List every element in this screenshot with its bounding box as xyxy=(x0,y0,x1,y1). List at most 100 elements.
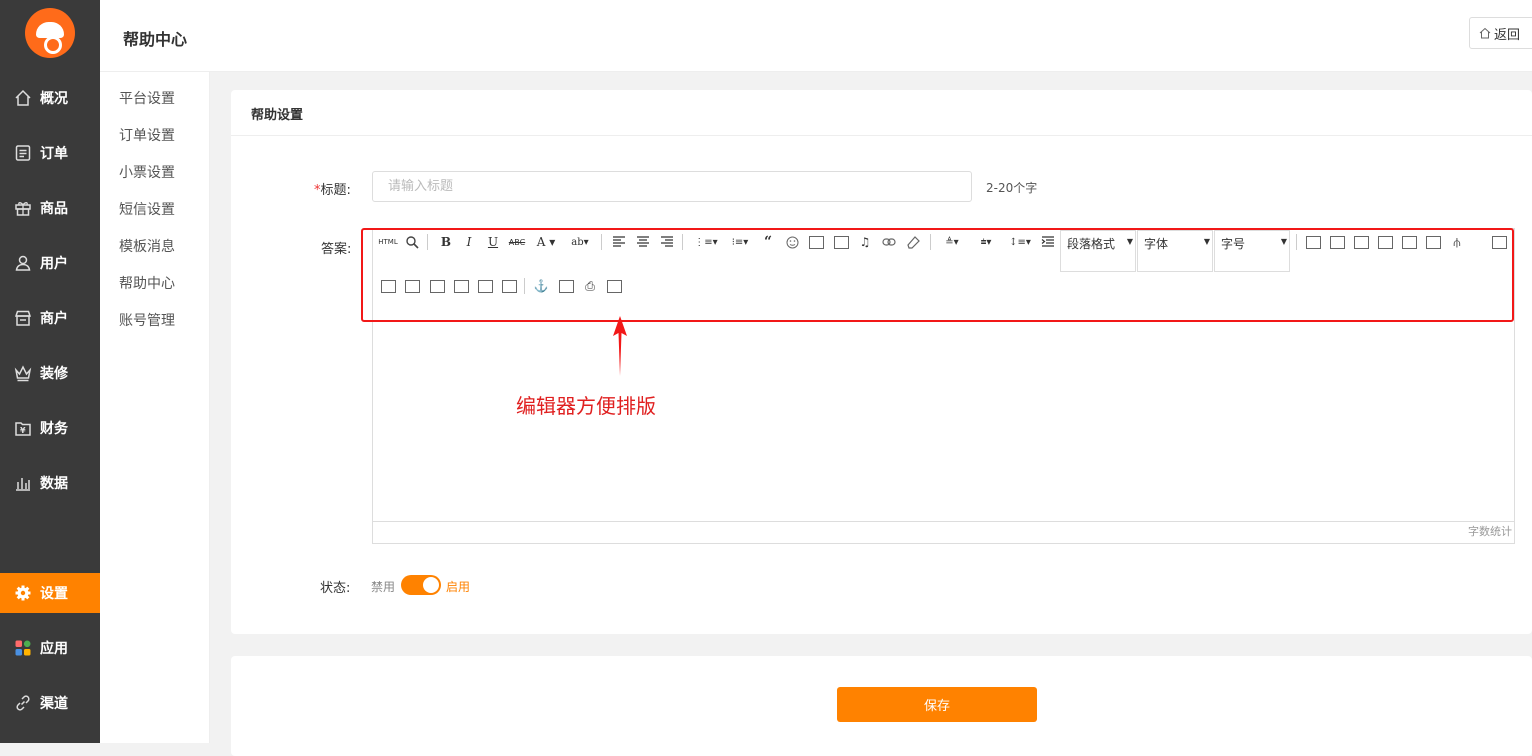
quote-icon[interactable]: “ xyxy=(760,234,776,250)
chart-icon xyxy=(14,474,32,492)
sidebar-item-label: 订单 xyxy=(40,146,68,162)
finance-icon: ¥ xyxy=(14,419,32,437)
submenu-item-template[interactable]: 模板消息 xyxy=(119,236,175,256)
insert-col-icon[interactable] xyxy=(1425,235,1441,249)
line-height-icon[interactable]: ≜▾ xyxy=(939,235,965,249)
merge-right-icon[interactable] xyxy=(404,279,420,293)
sidebar-item-data[interactable]: 数据 xyxy=(0,463,100,503)
ordered-list-icon[interactable]: ⋮≡▾ xyxy=(692,235,720,249)
title-length-hint: 2-20个字 xyxy=(986,181,1038,195)
sidebar-item-products[interactable]: 商品 xyxy=(0,188,100,228)
strikethrough-icon[interactable]: ABC xyxy=(509,235,525,249)
font-color-icon[interactable]: A ▾ xyxy=(534,235,558,249)
sidebar-item-users[interactable]: 用户 xyxy=(0,243,100,283)
page-break-icon[interactable] xyxy=(558,279,574,293)
anchor-icon[interactable]: ⚓ xyxy=(533,279,549,293)
split-cols-icon[interactable] xyxy=(501,279,517,293)
image-icon[interactable] xyxy=(808,235,824,249)
align-right-icon[interactable] xyxy=(659,235,675,249)
back-label: 返回 xyxy=(1494,27,1521,43)
sidebar-item-overview[interactable]: 概况 xyxy=(0,78,100,118)
print-icon[interactable]: ⎙ xyxy=(582,279,598,293)
submenu-item-platform[interactable]: 平台设置 xyxy=(119,88,175,108)
save-button[interactable]: 保存 xyxy=(837,687,1037,722)
title-label: *标题: xyxy=(314,179,351,198)
editor-footer: 字数统计 xyxy=(373,521,1514,543)
word-count: 字数统计 xyxy=(1468,525,1512,538)
page-title: 帮助中心 xyxy=(123,30,188,49)
home-icon xyxy=(14,89,32,107)
sidebar-item-label: 应用 xyxy=(40,641,68,657)
insert-table-icon[interactable] xyxy=(1305,235,1321,249)
gear-icon xyxy=(14,584,32,602)
emoji-icon[interactable] xyxy=(784,235,800,249)
annotation-arrow-icon xyxy=(613,316,627,376)
underline-icon[interactable]: U xyxy=(485,235,501,249)
align-center-icon[interactable] xyxy=(635,235,651,249)
submenu-item-order[interactable]: 订单设置 xyxy=(119,125,175,145)
store-icon xyxy=(14,309,32,327)
merge-down-icon[interactable] xyxy=(429,279,445,293)
video-icon[interactable] xyxy=(833,235,849,249)
title-label-text: 标题: xyxy=(320,183,351,198)
sidebar-item-label: 商品 xyxy=(40,201,68,217)
crown-icon xyxy=(14,364,32,382)
submenu-item-account[interactable]: 账号管理 xyxy=(119,310,175,330)
title-input[interactable] xyxy=(372,171,972,202)
status-label: 状态: xyxy=(320,581,351,596)
split-cells-icon[interactable] xyxy=(453,279,469,293)
preview-icon[interactable] xyxy=(404,235,420,249)
status-off-label: 禁用 xyxy=(371,580,396,594)
bold-icon[interactable]: B xyxy=(438,235,454,249)
sidebar-item-finance[interactable]: ¥ 财务 xyxy=(0,408,100,448)
rich-text-editor[interactable]: HTML B I U ABC A ▾ ab▾ ⋮≡▾ ⁝≡▾ “ ♫ ≜▾ ⩧▾… xyxy=(372,228,1515,544)
submenu-item-help[interactable]: 帮助中心 xyxy=(119,273,175,293)
font-size-value: 字号 xyxy=(1221,237,1246,251)
status-on-label: 启用 xyxy=(446,580,471,594)
link-icon[interactable] xyxy=(881,235,897,249)
font-family-value: 字体 xyxy=(1144,237,1169,251)
highlight-color-icon[interactable]: ab▾ xyxy=(566,235,594,249)
align-left-icon[interactable] xyxy=(611,235,627,249)
annotation-text: 编辑器方便排版 xyxy=(516,394,656,418)
insert-row-icon[interactable] xyxy=(1377,235,1393,249)
split-rows-icon[interactable] xyxy=(477,279,493,293)
status-toggle[interactable] xyxy=(401,575,441,595)
sidebar-item-label: 用户 xyxy=(40,256,68,272)
order-icon xyxy=(14,144,32,162)
indent-icon[interactable] xyxy=(1040,235,1056,249)
sidebar-item-decoration[interactable]: 装修 xyxy=(0,353,100,393)
row-spacing-icon[interactable]: ↕≡▾ xyxy=(1007,235,1033,249)
paste-plain-icon[interactable] xyxy=(606,279,622,293)
apps-icon xyxy=(14,639,32,657)
card-title: 帮助设置 xyxy=(231,90,1532,136)
sidebar-item-settings[interactable]: 设置 xyxy=(0,573,100,613)
font-size-select[interactable]: 字号 ▼ xyxy=(1214,230,1290,272)
merge-cells-icon[interactable] xyxy=(380,279,396,293)
submenu-item-sms[interactable]: 短信设置 xyxy=(119,199,175,219)
submenu-item-receipt[interactable]: 小票设置 xyxy=(119,162,175,182)
back-button[interactable]: 返回 xyxy=(1469,17,1532,49)
unordered-list-icon[interactable]: ⁝≡▾ xyxy=(726,235,754,249)
delete-row-icon[interactable] xyxy=(1401,235,1417,249)
chevron-down-icon: ▼ xyxy=(1280,237,1287,246)
delete-col-icon[interactable]: ⫛ xyxy=(1449,235,1465,249)
fullscreen-icon[interactable] xyxy=(1491,235,1507,249)
sidebar-item-label: 渠道 xyxy=(40,696,68,712)
sidebar-item-merchants[interactable]: 商户 xyxy=(0,298,100,338)
table-title-icon[interactable] xyxy=(1353,235,1369,249)
user-icon xyxy=(14,254,32,272)
font-family-select[interactable]: 字体 ▼ xyxy=(1137,230,1213,272)
paragraph-format-select[interactable]: 段落格式 ▼ xyxy=(1060,230,1136,272)
sidebar-item-channels[interactable]: 渠道 xyxy=(0,683,100,723)
italic-icon[interactable]: I xyxy=(461,235,477,249)
help-settings-card: 帮助设置 *标题: 2-20个字 答案: HTML B I U ABC A ▾ … xyxy=(231,90,1532,634)
sidebar-item-orders[interactable]: 订单 xyxy=(0,133,100,173)
html-source-icon[interactable]: HTML xyxy=(378,235,397,249)
delete-table-icon[interactable] xyxy=(1329,235,1345,249)
sidebar-item-label: 概况 xyxy=(40,91,68,107)
music-icon[interactable]: ♫ xyxy=(857,235,873,249)
sidebar-item-apps[interactable]: 应用 xyxy=(0,628,100,668)
paragraph-spacing-icon[interactable]: ⩧▾ xyxy=(973,235,999,249)
eraser-icon[interactable] xyxy=(905,235,921,249)
